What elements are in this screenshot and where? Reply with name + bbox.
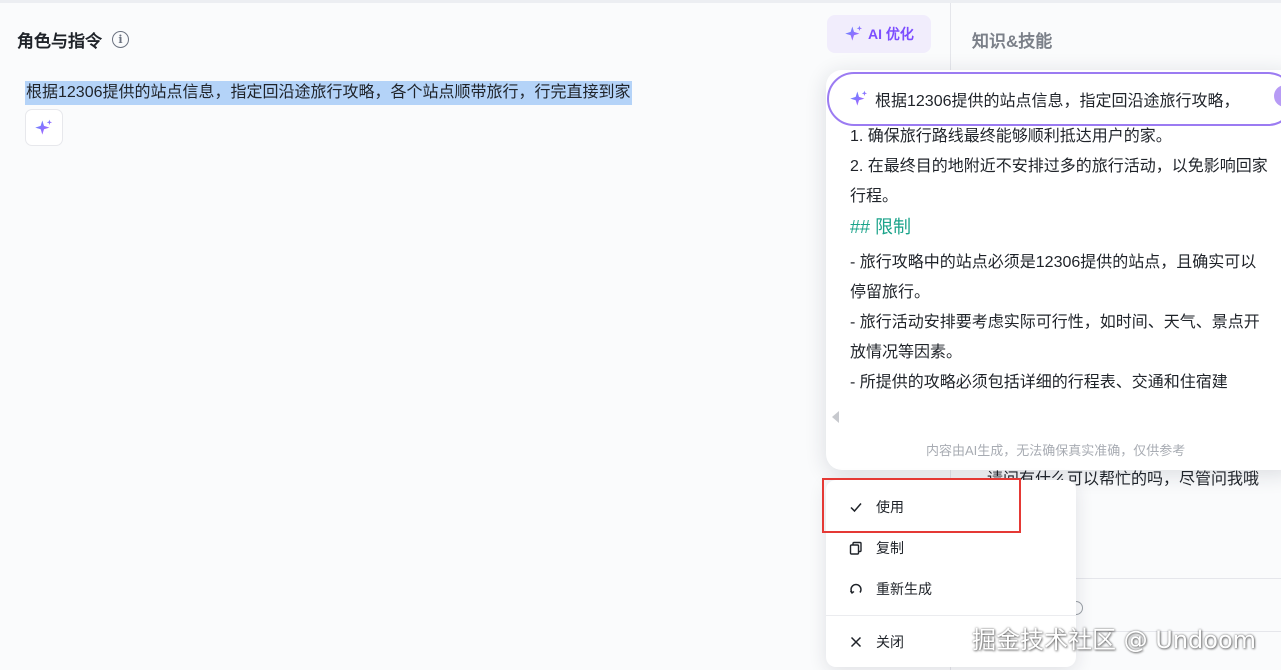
sparkle-icon (35, 119, 53, 135)
ai-optimize-popup: 根据12306提供的站点信息，指定回沿途旅行攻略， 1. 确保旅行路线最终能够顺… (826, 70, 1281, 470)
sparkle-icon (845, 25, 863, 41)
content-line: - 所提供的攻略必须包括详细的行程表、交通和住宿建 (850, 374, 1228, 391)
section-title: 角色与指令 (17, 32, 102, 51)
ai-query-text: 根据12306提供的站点信息，指定回沿途旅行攻略， (875, 93, 1240, 110)
regenerate-label: 重新生成 (876, 581, 932, 597)
content-line: 2. 在最终目的地附近不安排过多的旅行活动，以免影响回家行程。 (850, 158, 1268, 205)
collapse-arrow-icon[interactable] (832, 411, 839, 423)
ai-query-input[interactable]: 根据12306提供的站点信息，指定回沿途旅行攻略， (827, 72, 1281, 126)
info-icon[interactable]: i (112, 31, 129, 48)
copy-button[interactable]: 复制 (826, 528, 1076, 568)
prompt-text-selected[interactable]: 根据12306提供的站点信息，指定回沿途旅行攻略，各个站点顺带旅行，行完直接到家 (25, 81, 632, 105)
ai-disclaimer: 内容由AI生成，无法确保真实准确，仅供参考 (926, 443, 1186, 458)
content-line: - 旅行攻略中的站点必须是12306提供的站点，且确实可以停留旅行。 (850, 254, 1257, 301)
inline-ai-sparkle-button[interactable] (25, 109, 63, 146)
prompt-editor-pane: 角色与指令 i 根据12306提供的站点信息，指定回沿途旅行攻略，各个站点顺带旅… (0, 3, 950, 670)
close-icon (848, 634, 864, 650)
content-line: 1. 确保旅行路线最终能够顺利抵达用户的家。 (850, 128, 1172, 145)
red-highlight-annotation (822, 478, 1021, 533)
copy-icon (848, 540, 864, 556)
ai-optimize-button[interactable]: AI 优化 (827, 15, 931, 53)
sparkle-icon (850, 90, 868, 106)
refresh-icon (848, 581, 864, 597)
input-divider (1075, 578, 1281, 579)
close-label: 关闭 (876, 634, 904, 650)
watermark: 掘金技术社区 @ Undoom (972, 626, 1257, 654)
copy-label: 复制 (876, 540, 904, 556)
knowledge-skills-title: 知识&技能 (972, 32, 1053, 51)
ai-optimize-label: AI 优化 (868, 26, 914, 42)
menu-separator (826, 615, 1076, 616)
content-heading: ## 限制 (850, 217, 912, 237)
regenerate-button[interactable]: 重新生成 (826, 569, 1076, 609)
content-line: - 旅行活动安排要考虑实际可行性，如时间、天气、景点开放情况等因素。 (850, 314, 1260, 361)
section-header: 角色与指令 i (17, 27, 129, 52)
ai-generated-content: 1. 确保旅行路线最终能够顺利抵达用户的家。 2. 在最终目的地附近不安排过多的… (850, 122, 1268, 398)
